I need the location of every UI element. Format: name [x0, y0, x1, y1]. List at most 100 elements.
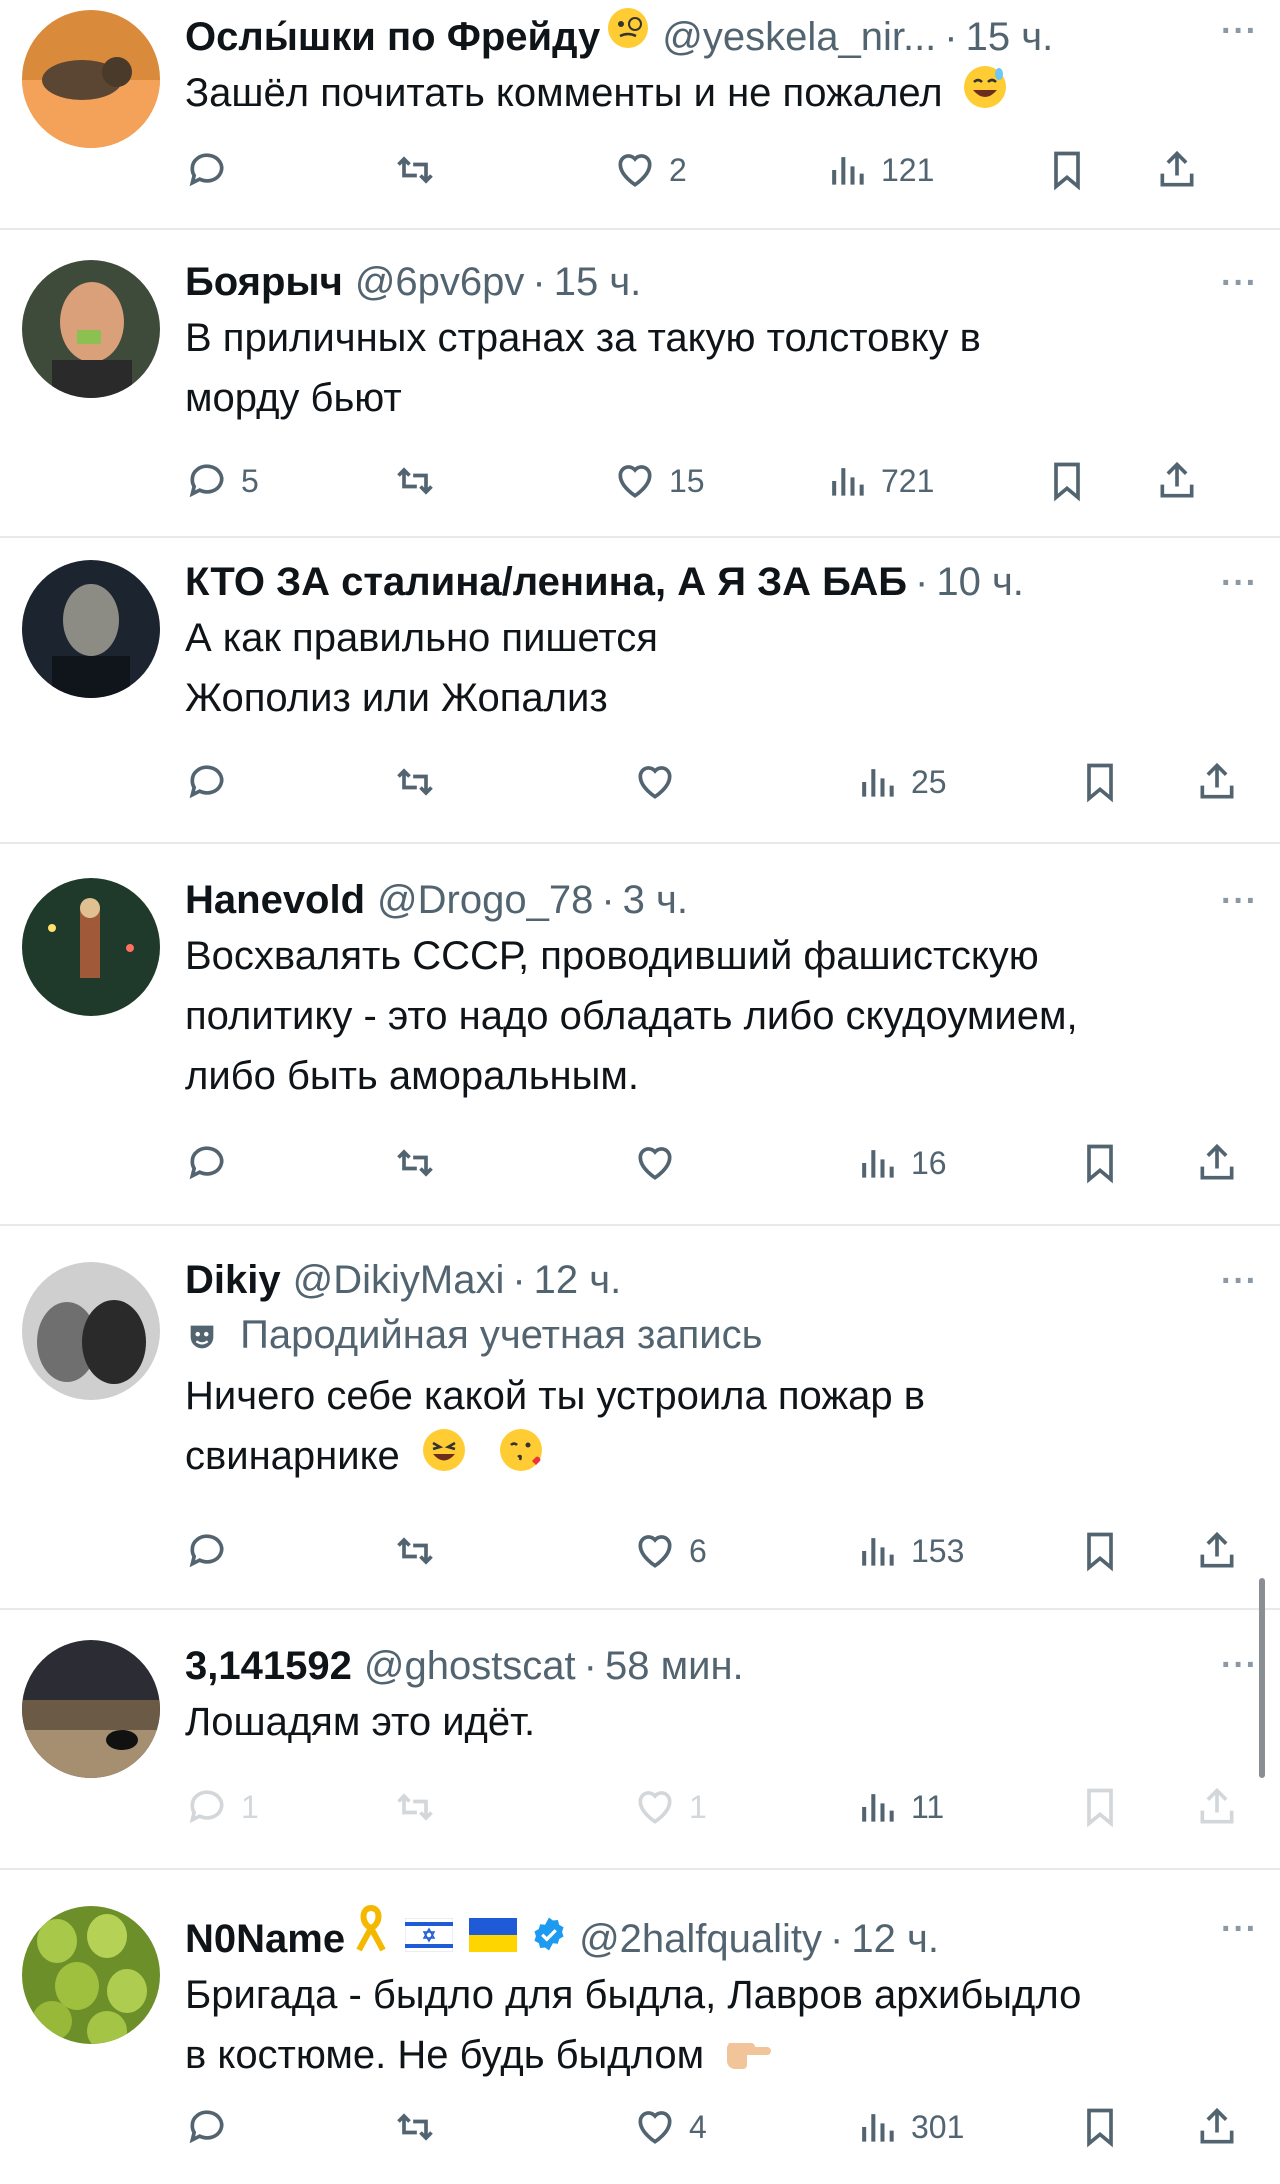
bookmark-button[interactable]	[1078, 1526, 1122, 1576]
bookmark-button[interactable]	[1078, 2102, 1122, 2152]
tweet[interactable]: Боярыч @6pv6pv · 15 ч. В приличных стран…	[0, 230, 1280, 538]
like-button[interactable]	[633, 757, 677, 807]
view-count: 25	[911, 763, 947, 800]
ukraine-flag-emoji	[469, 1915, 518, 1963]
avatar[interactable]	[22, 10, 160, 148]
timestamp[interactable]: 58 мин.	[605, 1642, 744, 1690]
tweet-text: Зашёл почитать комменты и не пожалел	[185, 63, 1240, 127]
views-icon	[862, 1150, 894, 1178]
bookmark-button[interactable]	[1078, 1782, 1122, 1832]
views-button[interactable]: 16	[855, 1138, 947, 1188]
tweet[interactable]: 3,141592 @ghostscat · 58 мин. Лошадям эт…	[0, 1610, 1280, 1870]
like-button[interactable]	[633, 1138, 677, 1188]
display-name[interactable]: Ослы́шки по Фрейду	[185, 13, 600, 61]
timestamp[interactable]: 15 ч.	[966, 13, 1054, 61]
views-button[interactable]: 301	[855, 2102, 964, 2152]
more-icon[interactable]: ···	[1221, 264, 1258, 303]
bookmark-button[interactable]	[1045, 145, 1089, 195]
view-count: 121	[881, 151, 935, 188]
scrollbar[interactable]	[1259, 1578, 1265, 1778]
bookmark-button[interactable]	[1045, 456, 1089, 506]
views-button[interactable]: 121	[825, 145, 934, 195]
reply-icon	[189, 464, 224, 498]
reply-button[interactable]	[185, 757, 229, 807]
display-name[interactable]: Боярыч	[185, 258, 343, 306]
more-icon[interactable]: ···	[1221, 1262, 1258, 1301]
avatar[interactable]	[22, 260, 160, 398]
reply-button[interactable]	[185, 145, 241, 195]
handle[interactable]: @yeskela_nir...	[662, 13, 936, 61]
share-button[interactable]	[1195, 1782, 1239, 1832]
view-count: 721	[881, 462, 935, 499]
like-button[interactable]: 2	[613, 145, 687, 195]
bookmark-button[interactable]	[1078, 757, 1122, 807]
reply-button[interactable]: 5	[185, 456, 259, 506]
share-button[interactable]	[1155, 456, 1199, 506]
pointing-hand-emoji	[725, 2027, 773, 2088]
tweet[interactable]: N0Name @2halfquality · 12 ч. Бригада - б…	[0, 1870, 1280, 2184]
share-icon	[1200, 762, 1234, 799]
repost-icon	[397, 2113, 433, 2141]
handle[interactable]: @2halfquality	[579, 1915, 822, 1963]
more-icon[interactable]: ···	[1221, 882, 1258, 921]
like-button[interactable]: 4	[633, 2102, 707, 2152]
tweet[interactable]: КТО ЗА сталина/ленина, А Я ЗА БАБ · 10 ч…	[0, 538, 1280, 844]
avatar[interactable]	[22, 1640, 160, 1778]
handle[interactable]: @DikiyMaxi	[293, 1256, 505, 1304]
views-button[interactable]: 25	[855, 757, 947, 807]
repost-button[interactable]	[393, 456, 449, 506]
views-icon	[862, 769, 894, 797]
reply-button[interactable]: 1	[185, 1782, 259, 1832]
reply-button[interactable]	[185, 1526, 229, 1576]
share-button[interactable]	[1195, 757, 1239, 807]
reply-button[interactable]	[185, 2102, 229, 2152]
like-button[interactable]: 1	[633, 1782, 707, 1832]
repost-button[interactable]	[393, 1782, 437, 1832]
display-name[interactable]: 3,141592	[185, 1642, 352, 1690]
avatar[interactable]	[22, 1262, 160, 1400]
tweet[interactable]: Hanevold @Drogo_78 · 3 ч. Восхвалять ССС…	[0, 844, 1280, 1226]
timestamp[interactable]: 12 ч.	[534, 1256, 622, 1304]
avatar[interactable]	[22, 560, 160, 698]
handle[interactable]: @ghostscat	[364, 1642, 576, 1690]
tweet[interactable]: Ослы́шки по Фрейду @yeskela_nir... · 15 …	[0, 0, 1280, 230]
more-icon[interactable]: ···	[1221, 12, 1258, 51]
bookmark-button[interactable]	[1078, 1138, 1122, 1188]
timestamp[interactable]: 10 ч.	[936, 558, 1024, 606]
view-count: 153	[911, 1532, 965, 1569]
share-button[interactable]	[1195, 2102, 1239, 2152]
display-name[interactable]: Hanevold	[185, 876, 365, 924]
repost-button[interactable]	[393, 2102, 437, 2152]
repost-button[interactable]	[393, 145, 449, 195]
reply-button[interactable]	[185, 1138, 229, 1188]
share-button[interactable]	[1195, 1138, 1239, 1188]
display-name[interactable]: Dikiy	[185, 1256, 281, 1304]
handle[interactable]: @Drogo_78	[377, 876, 593, 924]
avatar[interactable]	[22, 878, 160, 1016]
like-button[interactable]: 15	[613, 456, 705, 506]
more-icon[interactable]: ···	[1221, 1910, 1258, 1949]
share-button[interactable]	[1195, 1526, 1239, 1576]
repost-button[interactable]	[393, 1526, 437, 1576]
timestamp[interactable]: 15 ч.	[554, 258, 642, 306]
display-name[interactable]: КТО ЗА сталина/ленина, А Я ЗА БАБ	[185, 558, 907, 606]
repost-button[interactable]	[393, 757, 437, 807]
timestamp[interactable]: 12 ч.	[851, 1915, 939, 1963]
display-name[interactable]: N0Name	[185, 1915, 345, 1963]
timestamp[interactable]: 3 ч.	[623, 876, 688, 924]
views-icon	[832, 157, 864, 185]
avatar[interactable]	[22, 1906, 160, 2044]
views-button[interactable]: 721	[825, 456, 934, 506]
repost-icon	[397, 1149, 433, 1177]
handle[interactable]: @6pv6pv	[355, 258, 525, 306]
reply-count: 5	[241, 462, 259, 499]
repost-button[interactable]	[393, 1138, 437, 1188]
more-icon[interactable]: ···	[1221, 1646, 1258, 1685]
bookmark-icon	[1087, 1788, 1113, 1828]
views-button[interactable]: 153	[855, 1526, 964, 1576]
share-button[interactable]	[1155, 145, 1199, 195]
more-icon[interactable]: ···	[1221, 564, 1258, 603]
tweet[interactable]: Dikiy @DikiyMaxi · 12 ч. Пародийная учет…	[0, 1226, 1280, 1610]
views-button[interactable]: 11	[855, 1782, 944, 1832]
like-button[interactable]: 6	[633, 1526, 707, 1576]
